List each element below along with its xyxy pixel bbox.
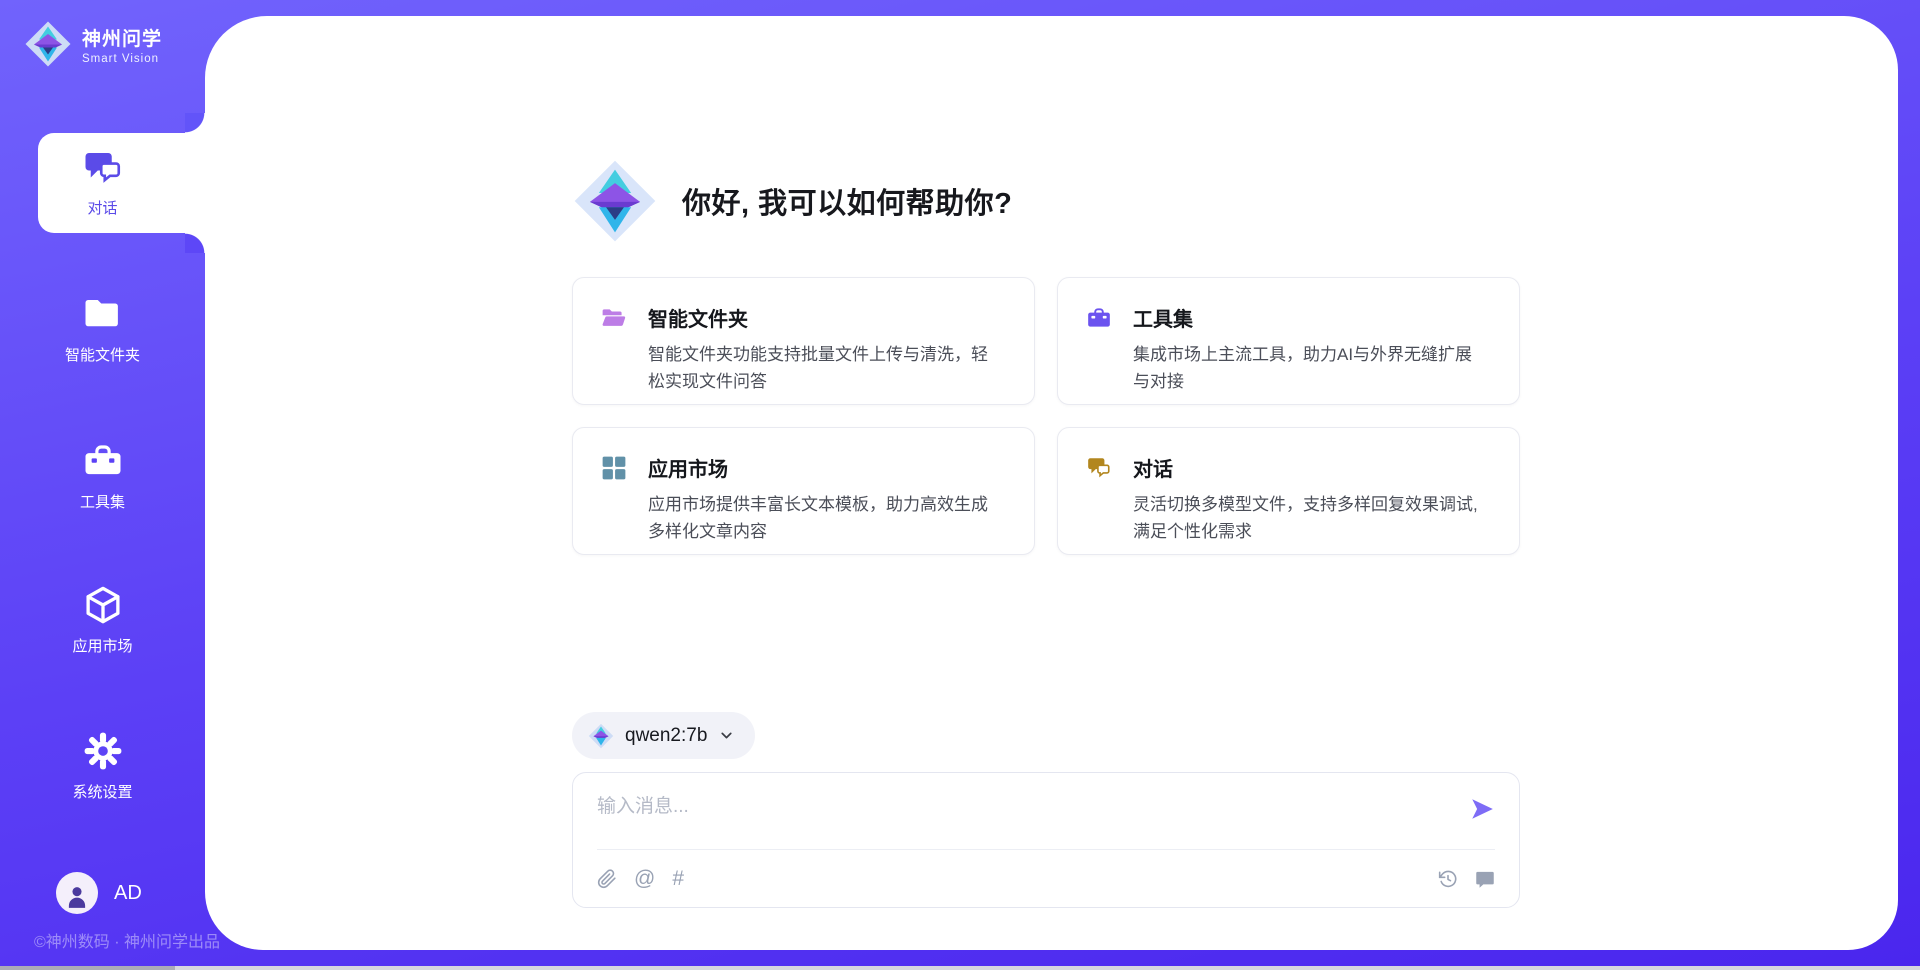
user-profile[interactable]: AD [56, 872, 142, 914]
sidebar-item-label: 系统设置 [72, 781, 132, 802]
grid-icon [601, 455, 627, 481]
sidebar-item-label: 应用市场 [72, 635, 132, 656]
card-title: 智能文件夹 [648, 303, 748, 332]
brand-subtitle: Smart Vision [82, 53, 162, 65]
card-title: 应用市场 [648, 453, 728, 482]
person-icon [64, 883, 90, 909]
sidebar-item-chat[interactable]: 对话 [0, 146, 205, 218]
card-description: 应用市场提供丰富长文本模板，助力高效生成多样化文章内容 [648, 491, 1004, 545]
copyright-text: ©神州数码 · 神州问学出品 [34, 928, 220, 952]
user-name: AD [114, 882, 142, 905]
greeting-title: 你好, 我可以如何帮助你? [682, 180, 1012, 222]
toolbox-icon [1086, 305, 1112, 331]
model-logo-icon [588, 723, 614, 749]
card-description: 集成市场上主流工具，助力AI与外界无缝扩展与对接 [1133, 341, 1489, 395]
toolbox-icon [82, 440, 124, 482]
paperclip-icon [597, 869, 617, 889]
history-button[interactable] [1438, 869, 1458, 889]
history-icon [1438, 869, 1458, 889]
card-description: 灵活切换多模型文件，支持多样回复效果调试, 满足个性化需求 [1133, 491, 1489, 545]
at-icon: @ [634, 867, 655, 891]
sidebar-item-label: 对话 [87, 197, 117, 218]
attach-button[interactable] [597, 869, 617, 889]
chat-icon [82, 146, 124, 188]
folder-icon [82, 293, 124, 335]
chat-bubble-icon [1475, 869, 1495, 889]
brand-name: 神州问学 [82, 24, 162, 51]
sidebar-item-label: 工具集 [80, 491, 125, 512]
card-title: 工具集 [1133, 303, 1193, 332]
feature-cards: 智能文件夹 智能文件夹功能支持批量文件上传与清洗，轻松实现文件问答 工具集 [572, 277, 1520, 555]
brand-logo-icon [24, 20, 72, 68]
brand: 神州问学 Smart Vision [24, 20, 162, 68]
sidebar-item-app-market[interactable]: 应用市场 [0, 584, 205, 656]
content: 你好, 我可以如何帮助你? 智能文件夹 智能文件夹功能支持批量文件上传与清洗，轻… [572, 158, 1520, 918]
sidebar-item-settings[interactable]: 系统设置 [0, 730, 205, 802]
composer: @ # [572, 772, 1520, 908]
mention-button[interactable]: @ [634, 867, 655, 891]
model-name: qwen2:7b [625, 725, 707, 747]
conversations-button[interactable] [1475, 869, 1495, 889]
card-smart-folder[interactable]: 智能文件夹 智能文件夹功能支持批量文件上传与清洗，轻松实现文件问答 [572, 277, 1035, 405]
gear-icon [82, 730, 124, 772]
chat-icon [1086, 455, 1112, 481]
send-button[interactable] [1467, 795, 1497, 825]
composer-toolbar: @ # [597, 850, 1495, 908]
chevron-down-icon [718, 727, 735, 744]
main-panel: 你好, 我可以如何帮助你? 智能文件夹 智能文件夹功能支持批量文件上传与清洗，轻… [205, 16, 1898, 950]
tab-fillet-bottom [185, 233, 205, 253]
sidebar-item-label: 智能文件夹 [65, 344, 140, 365]
model-selector[interactable]: qwen2:7b [572, 712, 755, 759]
sidebar: 神州问学 Smart Vision 对话 智能文件夹 [0, 0, 205, 970]
card-chat[interactable]: 对话 灵活切换多模型文件，支持多样回复效果调试, 满足个性化需求 [1057, 427, 1520, 555]
sidebar-item-smart-folder[interactable]: 智能文件夹 [0, 293, 205, 365]
cube-icon [82, 584, 124, 626]
app-window: 神州问学 Smart Vision 对话 智能文件夹 [0, 0, 1920, 970]
card-description: 智能文件夹功能支持批量文件上传与清洗，轻松实现文件问答 [648, 341, 1004, 395]
card-toolset[interactable]: 工具集 集成市场上主流工具，助力AI与外界无缝扩展与对接 [1057, 277, 1520, 405]
greeting: 你好, 我可以如何帮助你? [572, 158, 1012, 244]
avatar [56, 872, 98, 914]
card-app-market[interactable]: 应用市场 应用市场提供丰富长文本模板，助力高效生成多样化文章内容 [572, 427, 1035, 555]
assistant-logo-icon [572, 158, 658, 244]
message-input[interactable] [597, 791, 1457, 841]
send-icon [1469, 796, 1495, 822]
folder-open-icon [601, 305, 627, 331]
hash-icon: # [672, 867, 684, 891]
sidebar-item-toolset[interactable]: 工具集 [0, 440, 205, 512]
card-title: 对话 [1133, 453, 1173, 482]
tab-fillet-top [185, 113, 205, 133]
topic-button[interactable]: # [672, 867, 684, 891]
scrollbar-strip[interactable] [0, 966, 1920, 970]
